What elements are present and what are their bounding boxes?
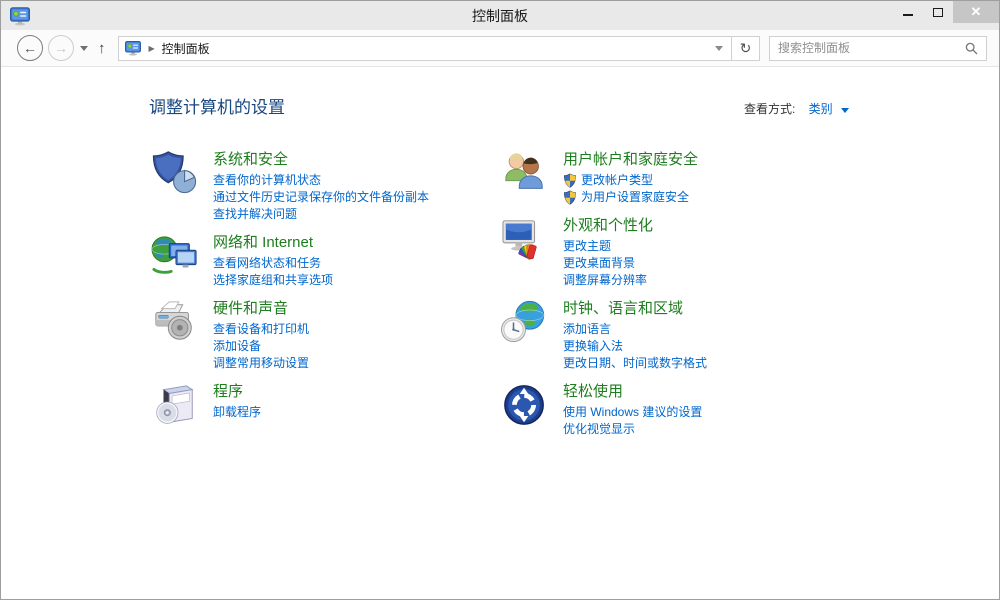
category-link[interactable]: 为用户设置家庭安全 xyxy=(563,189,689,206)
view-by-label: 查看方式: xyxy=(744,102,795,116)
recent-pages-dropdown-icon[interactable] xyxy=(80,46,88,51)
user-accounts-icon[interactable] xyxy=(499,150,551,198)
window-title: 控制面板 xyxy=(1,6,999,26)
category-appearance: 外观和个性化 更改主题 更改桌面背景 调整屏幕分辨率 xyxy=(499,216,849,289)
hardware-sound-icon[interactable] xyxy=(149,299,201,347)
minimize-button[interactable] xyxy=(893,1,923,23)
network-internet-icon[interactable] xyxy=(149,233,201,281)
ease-of-access-icon[interactable] xyxy=(499,382,551,430)
category-link-label: 更改帐户类型 xyxy=(581,172,653,189)
navigation-toolbar: ← → ↑ ▶ 控制面板 xyxy=(1,30,999,67)
category-link[interactable]: 更改日期、时间或数字格式 xyxy=(563,355,707,372)
category-link[interactable]: 添加语言 xyxy=(563,321,611,338)
category-title[interactable]: 程序 xyxy=(213,382,243,402)
category-link[interactable]: 选择家庭组和共享选项 xyxy=(213,272,333,289)
category-link[interactable]: 优化视觉显示 xyxy=(563,421,635,438)
category-title[interactable]: 系统和安全 xyxy=(213,150,288,170)
back-button[interactable]: ← xyxy=(17,35,43,61)
system-security-icon[interactable] xyxy=(149,150,201,198)
category-link[interactable]: 使用 Windows 建议的设置 xyxy=(563,404,702,421)
category-link[interactable]: 更改帐户类型 xyxy=(563,172,653,189)
view-by-control: 查看方式: 类别 xyxy=(744,100,849,117)
forward-button[interactable]: → xyxy=(48,35,74,61)
view-by-dropdown[interactable]: 类别 xyxy=(809,102,833,116)
uac-shield-icon xyxy=(563,190,577,205)
category-programs: 程序 卸载程序 xyxy=(149,382,499,430)
titlebar: 控制面板 ✕ xyxy=(1,1,999,30)
category-title[interactable]: 网络和 Internet xyxy=(213,233,313,253)
up-button[interactable]: ↑ xyxy=(98,40,106,57)
category-hardware-sound: 硬件和声音 查看设备和打印机 添加设备 调整常用移动设置 xyxy=(149,299,499,372)
category-title[interactable]: 用户帐户和家庭安全 xyxy=(563,150,698,170)
category-title[interactable]: 轻松使用 xyxy=(563,382,623,402)
category-ease-of-access: 轻松使用 使用 Windows 建议的设置 优化视觉显示 xyxy=(499,382,849,438)
category-network-internet: 网络和 Internet 查看网络状态和任务 选择家庭组和共享选项 xyxy=(149,233,499,289)
category-title[interactable]: 时钟、语言和区域 xyxy=(563,299,683,319)
programs-icon[interactable] xyxy=(149,382,201,430)
maximize-button[interactable] xyxy=(923,1,953,23)
page-header: 调整计算机的设置 查看方式: 类别 xyxy=(149,93,849,118)
category-title[interactable]: 硬件和声音 xyxy=(213,299,288,319)
category-link[interactable]: 卸载程序 xyxy=(213,404,261,421)
page-title: 调整计算机的设置 xyxy=(149,93,285,118)
category-link[interactable]: 更改桌面背景 xyxy=(563,255,635,272)
right-column: 用户帐户和家庭安全 更改帐户类型 xyxy=(499,150,849,448)
category-link[interactable]: 更改主题 xyxy=(563,238,611,255)
left-column: 系统和安全 查看你的计算机状态 通过文件历史记录保存你的文件备份副本 查找并解决… xyxy=(149,150,499,448)
category-title[interactable]: 外观和个性化 xyxy=(563,216,653,236)
control-panel-crumb-icon xyxy=(125,40,141,56)
view-by-dropdown-icon[interactable] xyxy=(841,108,849,113)
category-link[interactable]: 查找并解决问题 xyxy=(213,206,297,223)
search-box xyxy=(769,36,987,61)
clock-language-icon[interactable] xyxy=(499,299,551,347)
category-link[interactable]: 调整常用移动设置 xyxy=(213,355,309,372)
address-bar-group: ▶ 控制面板 ↻ xyxy=(118,36,761,61)
search-input[interactable] xyxy=(778,41,965,55)
category-link[interactable]: 查看你的计算机状态 xyxy=(213,172,321,189)
category-system-security: 系统和安全 查看你的计算机状态 通过文件历史记录保存你的文件备份副本 查找并解决… xyxy=(149,150,499,223)
address-bar[interactable]: ▶ 控制面板 xyxy=(118,36,733,61)
category-clock-language: 时钟、语言和区域 添加语言 更换输入法 更改日期、时间或数字格式 xyxy=(499,299,849,372)
appearance-icon[interactable] xyxy=(499,216,551,264)
close-button[interactable]: ✕ xyxy=(953,1,999,23)
search-icon xyxy=(965,42,978,55)
control-panel-window: 控制面板 ✕ ← → ↑ xyxy=(0,0,1000,600)
caption-buttons: ✕ xyxy=(893,1,999,23)
main-content: 调整计算机的设置 查看方式: 类别 xyxy=(149,93,849,448)
address-dropdown-icon[interactable] xyxy=(715,46,723,51)
category-link[interactable]: 查看设备和打印机 xyxy=(213,321,309,338)
category-link[interactable]: 通过文件历史记录保存你的文件备份副本 xyxy=(213,189,429,206)
category-link[interactable]: 更换输入法 xyxy=(563,338,623,355)
refresh-button[interactable]: ↻ xyxy=(732,36,760,61)
breadcrumb[interactable]: 控制面板 xyxy=(162,40,715,57)
category-link[interactable]: 调整屏幕分辨率 xyxy=(563,272,647,289)
breadcrumb-arrow-icon: ▶ xyxy=(149,44,155,53)
category-link[interactable]: 添加设备 xyxy=(213,338,261,355)
category-user-accounts: 用户帐户和家庭安全 更改帐户类型 xyxy=(499,150,849,206)
uac-shield-icon xyxy=(563,173,577,188)
category-link[interactable]: 查看网络状态和任务 xyxy=(213,255,321,272)
category-link-label: 为用户设置家庭安全 xyxy=(581,189,689,206)
